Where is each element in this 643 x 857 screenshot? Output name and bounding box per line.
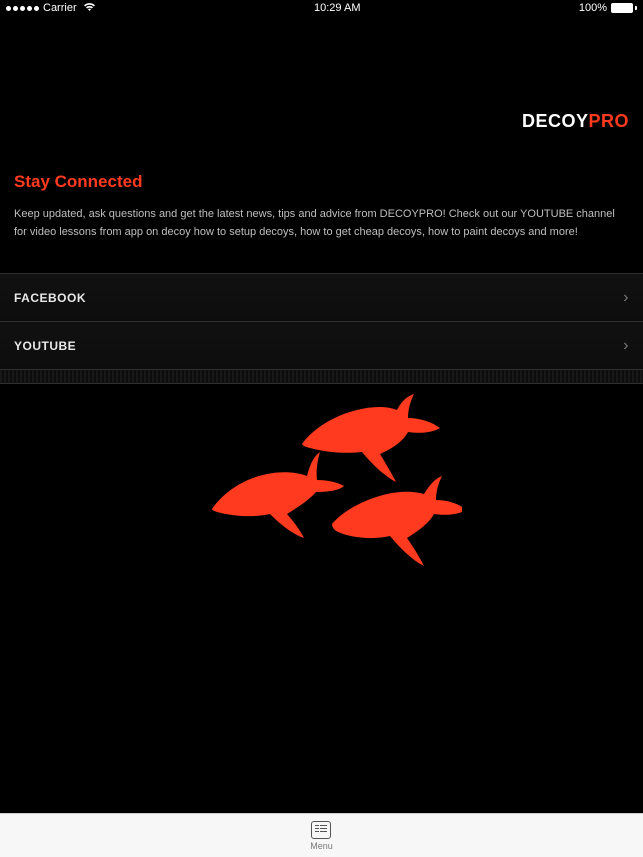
status-right: 100% [579,2,637,14]
signal-icon [6,6,39,11]
content: Stay Connected Keep updated, ask questio… [0,132,643,251]
brand-part1: DECOY [522,111,589,131]
wifi-icon [83,2,96,15]
list-item-label: YOUTUBE [14,339,76,353]
facebook-link[interactable]: FACEBOOK › [0,274,643,322]
status-time: 10:29 AM [314,2,360,14]
brand-part2: PRO [588,111,629,131]
tab-label: Menu [310,841,333,851]
youtube-link[interactable]: YOUTUBE › [0,322,643,370]
tab-bar: Menu [0,813,643,857]
battery-percent: 100% [579,2,607,14]
list-footer-texture [0,370,643,384]
status-left: Carrier [6,2,96,15]
list-item-label: FACEBOOK [14,291,86,305]
header: DECOYPRO [0,16,643,132]
menu-icon [311,821,331,839]
section-title: Stay Connected [14,172,629,192]
menu-tab[interactable]: Menu [310,821,333,851]
chevron-right-icon: › [623,289,629,307]
battery-icon [611,3,637,13]
status-bar: Carrier 10:29 AM 100% [0,0,643,16]
brand-logo: DECOYPRO [522,111,629,132]
carrier-label: Carrier [43,2,77,14]
section-description: Keep updated, ask questions and get the … [14,206,629,241]
chevron-right-icon: › [623,337,629,355]
social-links-list: FACEBOOK › YOUTUBE › [0,273,643,384]
geese-illustration [0,384,643,694]
